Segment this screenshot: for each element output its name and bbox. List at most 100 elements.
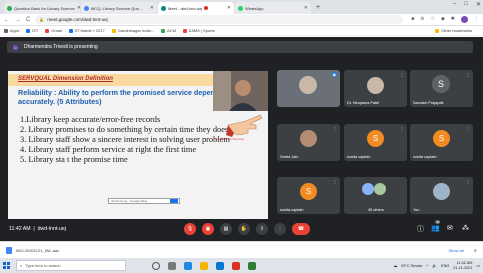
more-options-icon[interactable]: ⋮	[333, 179, 337, 184]
chat-icon[interactable]: ✉	[447, 224, 453, 232]
stop-sharing-button[interactable]	[170, 199, 178, 203]
clock-date: 21-11-2021	[453, 265, 473, 270]
participant-tile[interactable]: ⋮ Geeta Jain	[277, 124, 340, 161]
more-options-icon[interactable]: ⋮	[333, 126, 337, 131]
show-all-button[interactable]: Show all	[449, 248, 464, 253]
taskbar-search-input[interactable]: ⌕ Type here to search	[16, 260, 126, 271]
bookmark-item[interactable]: Gandhinagar India...	[111, 28, 155, 33]
meeting-code: dwd-lnnt-uej	[37, 226, 66, 232]
browser-tab[interactable]: MCQ: Library Science Que... ✕	[81, 2, 157, 14]
self-tile[interactable]: ⋮ You	[410, 177, 473, 214]
weather-icon[interactable]: ☁	[393, 263, 397, 268]
self-preview-tile[interactable]: ◉	[277, 70, 340, 107]
store-icon[interactable]	[216, 261, 224, 270]
close-icon[interactable]: ✕	[148, 5, 154, 11]
puzzle-icon[interactable]: ✱	[451, 16, 455, 23]
cortana-icon[interactable]	[152, 261, 160, 270]
bookmark-item[interactable]: ACM	[161, 28, 176, 33]
bookmark-item[interactable]: Apps	[4, 28, 19, 33]
more-options-icon[interactable]: ⋮	[400, 72, 404, 77]
maximize-button[interactable]: □	[464, 1, 468, 8]
chevron-up-icon[interactable]: ^	[427, 264, 429, 268]
others-tile[interactable]: 45 others	[344, 177, 407, 214]
present-button[interactable]: ⇪	[256, 223, 268, 235]
language-indicator[interactable]: ENG	[441, 264, 449, 268]
participant-tile[interactable]: S ⋮ Saurabh Prajapati	[410, 70, 473, 107]
forward-button[interactable]: →	[15, 17, 21, 23]
participant-name: Geeta Jain	[280, 155, 299, 159]
presenting-text: Dharmendra Trivedi is presenting	[24, 44, 98, 50]
reload-button[interactable]: C	[26, 17, 30, 23]
bookmark-icon	[68, 28, 73, 33]
edge-icon[interactable]	[184, 261, 192, 270]
back-button[interactable]: ←	[4, 17, 10, 23]
bookmark-label: AIIMS | Sports	[188, 28, 215, 33]
bookmark-item[interactable]: IIT Mandi » 2017	[68, 28, 105, 33]
notifications-icon[interactable]: ▭	[476, 263, 480, 268]
avatar: S	[433, 130, 450, 147]
whatsapp-favicon-icon	[238, 5, 243, 11]
participant-tile[interactable]: ⋮ Dr. Nirupama Patel	[344, 70, 407, 107]
speaker-video-icon	[213, 71, 268, 111]
close-icon[interactable]: ✕	[302, 5, 308, 11]
browser-tab-active[interactable]: Meet - dwd-lnnt-uej ✕	[158, 2, 234, 14]
other-bookmarks[interactable]: Other bookmarks	[435, 28, 472, 33]
close-download-bar-button[interactable]: ✕	[474, 248, 477, 253]
participant-tile[interactable]: S ⋮ sunita captain	[344, 124, 407, 161]
chrome-icon[interactable]	[232, 261, 240, 270]
extension-icon[interactable]: ◆	[441, 16, 445, 23]
sharing-chip[interactable]: dwd-lnnt-uej - Google Meet	[108, 198, 180, 204]
mic-toggle-button[interactable]: 🎙	[184, 223, 196, 235]
participant-tile[interactable]: S ⋮ sunita captain	[277, 177, 340, 214]
more-options-button[interactable]: ⋮	[274, 223, 286, 235]
bookmarks-bar: Apps IST Gmail IIT Mandi » 2017 Gandhina…	[0, 26, 483, 36]
close-icon[interactable]: ✕	[75, 5, 80, 11]
bookmark-item[interactable]: AIIMS | Sports	[182, 28, 215, 33]
avatar	[433, 183, 450, 200]
address-bar-row: ← → C 🔒 meet.google.com/dwd-lnnt-uej ■ ⊘…	[0, 14, 483, 26]
info-icon[interactable]: ⓘ	[417, 224, 424, 234]
star-icon[interactable]: ☆	[430, 16, 434, 23]
volume-icon[interactable]: 🔊	[432, 263, 437, 268]
weather-text[interactable]: 29°C Smoke	[401, 264, 422, 268]
bookmark-label: Apps	[10, 28, 20, 33]
url-input[interactable]: 🔒 meet.google.com/dwd-lnnt-uej	[35, 15, 404, 24]
more-options-icon[interactable]: ⋮	[466, 72, 470, 77]
bookmark-item[interactable]: Gmail	[45, 28, 62, 33]
participant-tile[interactable]: S ⋮ sunita captain	[410, 124, 473, 161]
camera-icon[interactable]: ■	[411, 16, 414, 23]
browser-tab[interactable]: WhatsApp ✕	[235, 2, 311, 14]
app-icon[interactable]	[248, 261, 256, 270]
windows-start-icon[interactable]	[3, 262, 10, 269]
new-tab-button[interactable]: +	[316, 2, 320, 14]
profile-avatar[interactable]	[461, 16, 468, 23]
participant-name: Saurabh Prajapati	[413, 101, 444, 105]
download-filename[interactable]: IMG-20201121_IWL.aac	[16, 248, 59, 253]
activities-icon[interactable]: ⁂	[462, 224, 469, 232]
bookmark-item[interactable]: IST	[26, 28, 38, 33]
task-view-icon[interactable]	[168, 261, 176, 270]
end-call-button[interactable]: ☎	[292, 223, 310, 235]
captions-button[interactable]: ▤	[220, 223, 232, 235]
close-icon[interactable]: ✕	[225, 5, 231, 11]
more-options-icon[interactable]: ⋮	[466, 126, 470, 131]
file-explorer-icon[interactable]	[200, 261, 208, 270]
key-icon[interactable]: ⊘	[420, 16, 424, 23]
bookmark-label: Gmail	[51, 28, 62, 33]
menu-icon[interactable]: ⋮	[474, 16, 479, 23]
slide-note: Do it right the first time	[214, 137, 245, 141]
bookmark-label: ACM	[167, 28, 176, 33]
minimize-button[interactable]: –	[453, 1, 456, 8]
raise-hand-button[interactable]: ✋	[238, 223, 250, 235]
window-controls: – □ ✕	[453, 1, 481, 8]
tab-label: Question Bank for Library Science	[14, 5, 75, 11]
people-icon[interactable]: 👥	[431, 224, 440, 232]
camera-toggle-button[interactable]: ▣	[202, 223, 214, 235]
pointing-hand-icon	[226, 114, 263, 137]
more-options-icon[interactable]: ⋮	[400, 126, 404, 131]
close-window-button[interactable]: ✕	[476, 1, 481, 8]
taskbar-clock[interactable]: 11:42 AM 21-11-2021	[453, 261, 472, 270]
browser-tab[interactable]: Question Bank for Library Science ✕	[4, 2, 80, 14]
more-options-icon[interactable]: ⋮	[466, 179, 470, 184]
bookmark-label: Gandhinagar India...	[117, 28, 155, 33]
